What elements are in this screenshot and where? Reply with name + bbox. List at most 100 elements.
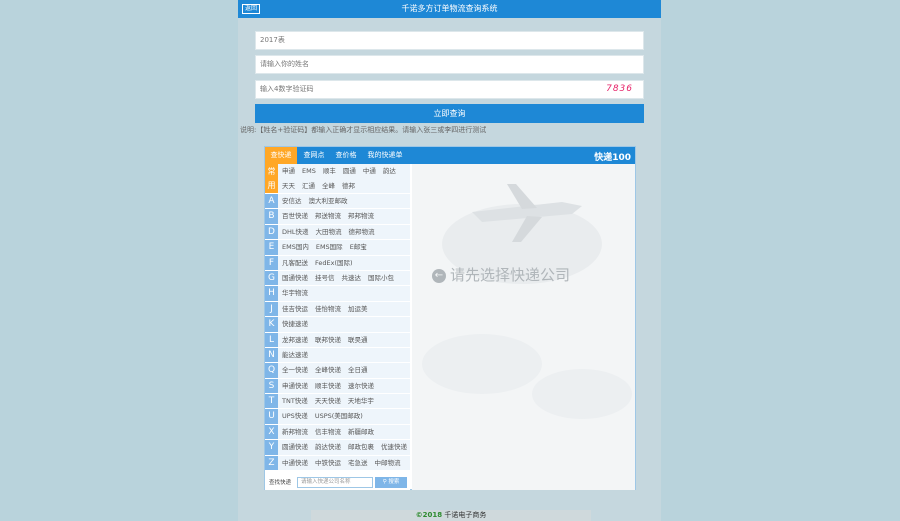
company-link[interactable]: 宅急送 xyxy=(348,456,368,471)
company-link[interactable]: DHL快递 xyxy=(282,225,309,240)
index-letter[interactable]: Q xyxy=(265,363,278,378)
company-link[interactable]: 加运美 xyxy=(348,302,368,317)
index-letter[interactable]: B xyxy=(265,209,278,224)
result-area: ← 请先选择快递公司 xyxy=(412,164,635,490)
company-link[interactable]: 全峰 xyxy=(322,179,335,194)
index-letter[interactable]: Y xyxy=(265,440,278,455)
company-link[interactable]: 韵达 xyxy=(383,164,396,179)
company-row: G 国通快递 挂号信 共速达 国际小包 xyxy=(265,270,410,287)
index-letter[interactable]: Z xyxy=(265,455,278,471)
company-names: 全一快递 全峰快递 全日通 xyxy=(282,363,410,378)
company-link[interactable]: 天地华宇 xyxy=(348,394,374,409)
company-link[interactable]: USPS(美国邮政) xyxy=(315,409,363,424)
company-link[interactable]: 龙邦速递 xyxy=(282,333,308,348)
company-link[interactable]: EMS xyxy=(302,164,316,179)
company-link[interactable]: EMS国际 xyxy=(316,240,343,255)
kuaidi100-logo: 快递100 xyxy=(594,153,631,163)
index-letter[interactable]: F xyxy=(265,255,278,270)
company-link[interactable]: 澳大利亚邮政 xyxy=(309,194,348,209)
company-names: 安信达 澳大利亚邮政 xyxy=(282,194,410,209)
company-row: X 新邦物流 信丰物流 新疆邮政 xyxy=(265,424,410,441)
company-link[interactable]: 汇通 xyxy=(302,179,315,194)
company-link[interactable]: 新邦物流 xyxy=(282,425,308,440)
tab-my-orders[interactable]: 我的快递单 xyxy=(363,147,407,164)
index-letter[interactable]: X xyxy=(265,424,278,440)
index-letter[interactable]: U xyxy=(265,409,278,424)
index-letter[interactable]: E xyxy=(265,240,278,255)
company-link[interactable]: 佳吉快运 xyxy=(282,302,308,317)
company-link[interactable]: 圆通 xyxy=(343,164,356,179)
company-link[interactable]: FedEx(国际) xyxy=(315,256,353,271)
company-link[interactable]: 新疆邮政 xyxy=(348,425,374,440)
company-link[interactable]: 申通快递 xyxy=(282,379,308,394)
company-link[interactable]: 优速快递 xyxy=(381,440,407,455)
index-letter[interactable]: K xyxy=(265,317,278,332)
company-link[interactable]: 中通快递 xyxy=(282,456,308,471)
company-link[interactable]: 顺丰 xyxy=(323,164,336,179)
year-field[interactable]: 2017表 xyxy=(255,31,644,50)
query-button[interactable]: 立即查询 xyxy=(255,104,644,123)
company-link[interactable]: 邦邦物流 xyxy=(348,209,374,224)
company-link[interactable]: 信丰物流 xyxy=(315,425,341,440)
index-letter[interactable]: L xyxy=(265,332,278,347)
tab-query-outlet[interactable]: 查网点 xyxy=(299,147,329,164)
company-link[interactable]: E邮宝 xyxy=(350,240,367,255)
company-link[interactable]: 德邦物流 xyxy=(349,225,375,240)
search-button-label: 搜索 xyxy=(388,479,400,485)
company-link[interactable]: 申通 xyxy=(282,164,295,179)
company-link[interactable]: 全一快递 xyxy=(282,363,308,378)
company-link[interactable]: 能达速递 xyxy=(282,348,308,363)
code-input[interactable]: 输入4数字验证码 7836 xyxy=(255,80,644,99)
company-link[interactable]: 全峰快递 xyxy=(315,363,341,378)
company-link[interactable]: 共速达 xyxy=(342,271,362,286)
company-link[interactable]: 圆通快递 xyxy=(282,440,308,455)
index-letter[interactable]: G xyxy=(265,270,278,286)
company-row: T TNT快递 天天快递 天地华宇 xyxy=(265,394,410,410)
tab-query-express[interactable]: 查快递 xyxy=(265,147,297,164)
company-link[interactable]: 联邦快递 xyxy=(315,333,341,348)
index-letter[interactable]: N xyxy=(265,347,278,363)
company-link[interactable]: 国际小包 xyxy=(368,271,394,286)
company-link[interactable]: 顺丰快递 xyxy=(315,379,341,394)
company-link[interactable]: 挂号信 xyxy=(315,271,335,286)
index-letter[interactable]: J xyxy=(265,301,278,317)
company-search-input[interactable]: 请输入快递公司名称 xyxy=(297,477,373,488)
captcha-image[interactable]: 7836 xyxy=(606,81,633,98)
index-letter[interactable]: D xyxy=(265,224,278,240)
company-link[interactable]: 国通快递 xyxy=(282,271,308,286)
index-letter[interactable]: H xyxy=(265,286,278,301)
airplane-background xyxy=(422,184,632,419)
tab-query-price[interactable]: 查价格 xyxy=(331,147,361,164)
company-link[interactable]: 速尔快递 xyxy=(348,379,374,394)
index-letter[interactable]: 常用 xyxy=(265,164,278,193)
company-link[interactable]: 大田物流 xyxy=(316,225,342,240)
company-link[interactable]: 天天 xyxy=(282,179,295,194)
name-input[interactable]: 请输入你的姓名 xyxy=(255,55,644,74)
index-letter[interactable]: S xyxy=(265,378,278,394)
company-link[interactable]: 联昊通 xyxy=(348,333,368,348)
company-link[interactable]: 邮政包裹 xyxy=(348,440,374,455)
instruction-text: 说明:【姓名+验证码】都输入正确才显示相应结果。请输入张三或李四进行测试 xyxy=(240,126,487,134)
company-link[interactable]: 韵达快递 xyxy=(315,440,341,455)
index-letter[interactable]: T xyxy=(265,394,278,409)
company-link[interactable]: 安信达 xyxy=(282,194,302,209)
company-link[interactable]: 中通 xyxy=(363,164,376,179)
company-row: A 安信达 澳大利亚邮政 xyxy=(265,194,410,210)
company-link[interactable]: 中邮物流 xyxy=(375,456,401,471)
company-link[interactable]: 百世快递 xyxy=(282,209,308,224)
company-link[interactable]: 快捷速递 xyxy=(282,317,308,332)
company-link[interactable]: 凡客配送 xyxy=(282,256,308,271)
company-search-button[interactable]: ⚲ 搜索 xyxy=(375,477,407,488)
company-link[interactable]: 邦送物流 xyxy=(315,209,341,224)
company-link[interactable]: 佳怡物流 xyxy=(315,302,341,317)
company-link[interactable]: EMS国内 xyxy=(282,240,309,255)
company-link[interactable]: 华宇物流 xyxy=(282,286,308,301)
index-letter[interactable]: A xyxy=(265,194,278,209)
company-link[interactable]: 德邦 xyxy=(342,179,355,194)
company-link[interactable]: UPS快递 xyxy=(282,409,308,424)
company-names: 申通 EMS 顺丰 圆通 中通 韵达天天 汇通 全峰 德邦 xyxy=(282,164,407,194)
company-link[interactable]: 中铁快运 xyxy=(315,456,341,471)
company-link[interactable]: 天天快递 xyxy=(315,394,341,409)
company-link[interactable]: 全日通 xyxy=(348,363,368,378)
company-link[interactable]: TNT快递 xyxy=(282,394,308,409)
